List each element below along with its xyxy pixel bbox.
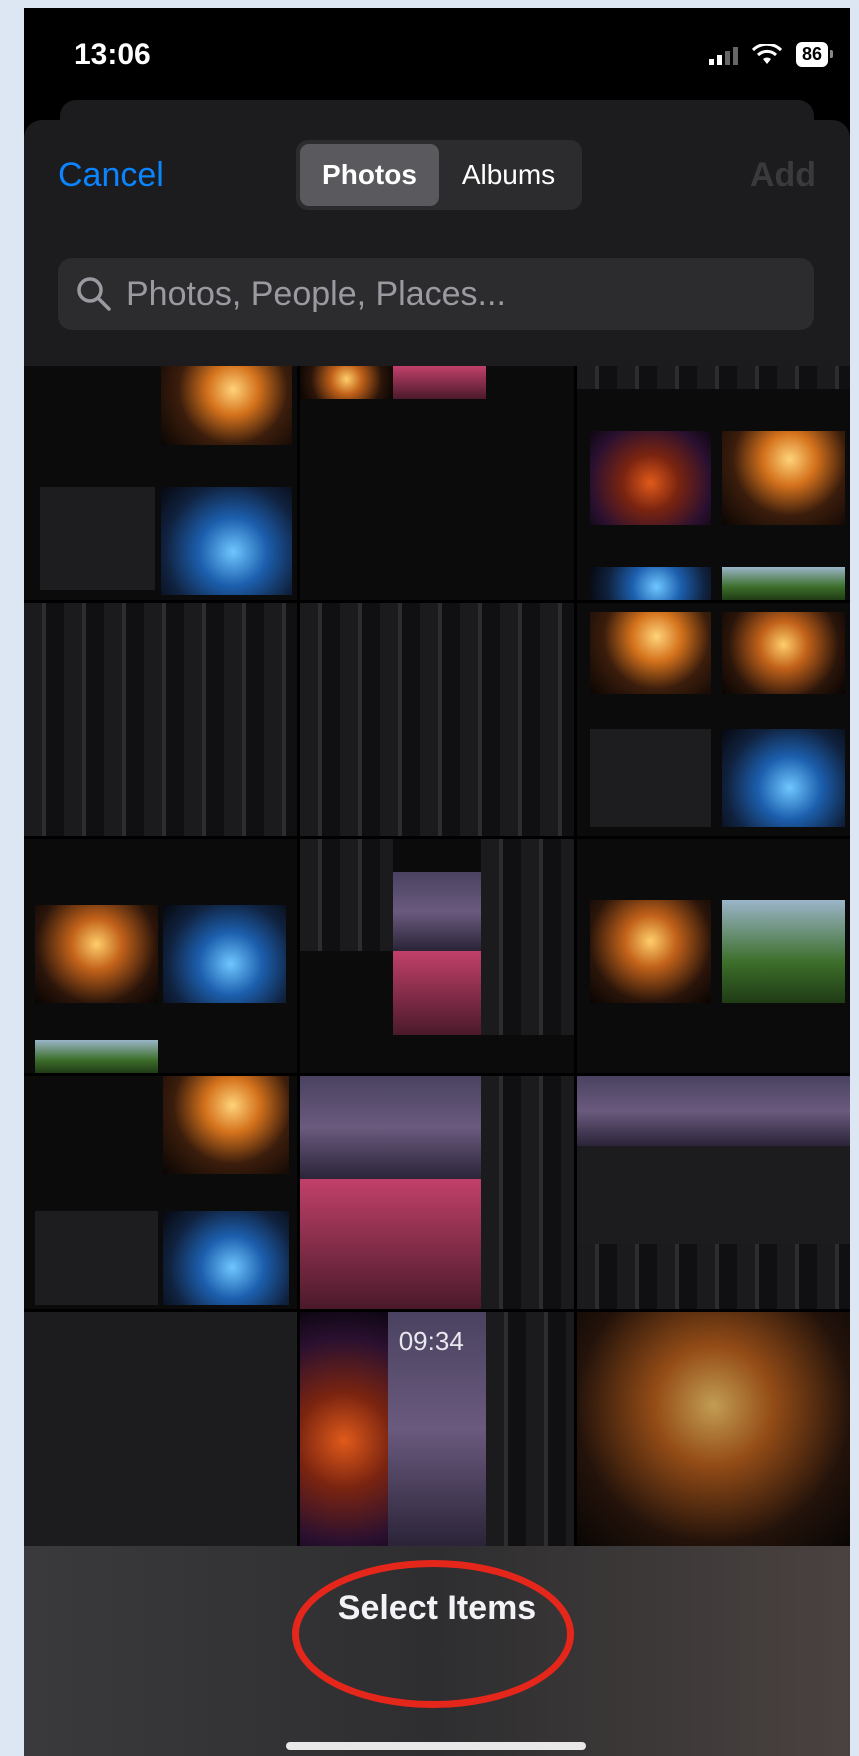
segment-albums[interactable]: Albums — [439, 144, 578, 206]
search-icon — [77, 277, 111, 311]
photo-grid: 09:34 — [24, 366, 850, 1546]
photo-thumbnail[interactable] — [24, 839, 298, 1073]
photo-picker-sheet: Cancel Photos Albums Add Photos, People,… — [24, 120, 850, 1756]
photo-thumbnail[interactable] — [24, 602, 298, 837]
status-bar: 13:06 86 — [24, 8, 850, 103]
segment-photos[interactable]: Photos — [300, 144, 439, 206]
add-button[interactable]: Add — [750, 156, 816, 195]
cellular-signal-icon — [708, 45, 738, 65]
search-field[interactable] — [58, 258, 814, 330]
photo-thumbnail[interactable] — [576, 366, 850, 600]
cancel-button[interactable]: Cancel — [58, 156, 164, 195]
picker-navbar: Cancel Photos Albums Add — [24, 120, 850, 220]
photo-thumbnail[interactable] — [576, 839, 850, 1073]
photo-thumbnail[interactable] — [300, 839, 574, 1073]
battery-icon: 86 — [795, 42, 834, 67]
lockscreen-time-text: 09:34 — [398, 1326, 464, 1357]
photos-albums-segmented-control: Photos Albums — [296, 140, 582, 210]
wifi-icon — [751, 43, 782, 64]
status-icons: 86 — [708, 42, 834, 67]
photo-thumbnail[interactable]: 09:34 — [300, 1312, 574, 1546]
home-indicator — [286, 1742, 586, 1750]
photo-thumbnail[interactable] — [576, 1312, 850, 1546]
status-time: 13:06 — [74, 38, 151, 71]
photo-thumbnail[interactable] — [300, 602, 574, 837]
search-input[interactable] — [124, 273, 768, 315]
phone-screen: 13:06 86 Cancel Photos Albums Add Photos… — [24, 8, 850, 1756]
photo-thumbnail[interactable] — [576, 1075, 850, 1310]
highlight-annotation-ring — [292, 1560, 574, 1708]
photo-thumbnail[interactable] — [300, 366, 574, 600]
photo-thumbnail[interactable] — [24, 1075, 298, 1310]
photo-thumbnail[interactable] — [300, 1075, 574, 1310]
bottom-toolbar: Select Items — [24, 1546, 850, 1756]
photo-thumbnail[interactable] — [576, 602, 850, 837]
photo-thumbnail[interactable] — [24, 1312, 298, 1546]
photo-thumbnail[interactable] — [24, 366, 298, 600]
